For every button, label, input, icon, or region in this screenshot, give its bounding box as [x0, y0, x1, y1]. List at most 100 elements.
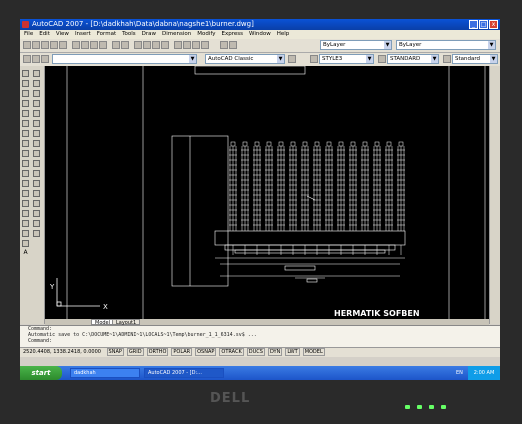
polyline-icon[interactable]	[22, 90, 29, 97]
redo-icon[interactable]	[121, 41, 129, 49]
workspace-combo[interactable]: AutoCAD Classic ▼	[205, 54, 285, 64]
dim-style-icon[interactable]	[378, 55, 386, 63]
open-file-icon[interactable]	[32, 41, 40, 49]
ellipse-arc-icon[interactable]	[22, 170, 29, 177]
maximize-button[interactable]: □	[479, 20, 488, 29]
design-center-icon[interactable]	[183, 41, 191, 49]
menu-format[interactable]: Format	[97, 31, 116, 37]
drawing-area[interactable]: Y X HERMATIK SOFBEN	[45, 66, 489, 319]
layer-state-icon[interactable]	[229, 41, 237, 49]
menu-tools[interactable]: Tools	[122, 31, 136, 37]
menu-window[interactable]: Window	[249, 31, 271, 37]
dim-style-combo[interactable]: STANDARD ▼	[387, 54, 439, 64]
cut-icon[interactable]	[72, 41, 80, 49]
undo-icon[interactable]	[112, 41, 120, 49]
copy-object-icon[interactable]	[33, 80, 40, 87]
snap-toggle[interactable]: SNAP	[106, 348, 124, 356]
scale-icon[interactable]	[33, 140, 40, 147]
rotate-icon[interactable]	[33, 130, 40, 137]
ellipse-icon[interactable]	[22, 160, 29, 167]
polar-toggle[interactable]: POLAR	[171, 348, 193, 356]
chamfer-icon[interactable]	[33, 210, 40, 217]
offset-icon[interactable]	[33, 100, 40, 107]
plot-preview-icon[interactable]	[59, 41, 67, 49]
workspace-settings-icon[interactable]	[288, 55, 296, 63]
paste-icon[interactable]	[90, 41, 98, 49]
table-style-combo[interactable]: Standard ▼	[452, 54, 498, 64]
make-block-icon[interactable]	[22, 190, 29, 197]
properties-icon[interactable]	[174, 41, 182, 49]
multiline-text-icon[interactable]: A	[22, 250, 29, 257]
layer-freeze-icon[interactable]	[32, 55, 40, 63]
polygon-icon[interactable]	[22, 100, 29, 107]
otrack-toggle[interactable]: OTRACK	[219, 348, 244, 356]
layer-on-icon[interactable]	[23, 55, 31, 63]
zoom-window-icon[interactable]	[152, 41, 160, 49]
save-icon[interactable]	[41, 41, 49, 49]
layer-properties-icon[interactable]	[220, 41, 228, 49]
menu-file[interactable]: File	[24, 31, 33, 37]
tool-palettes-icon[interactable]	[192, 41, 200, 49]
break-at-point-icon[interactable]	[33, 180, 40, 187]
text-style-icon[interactable]	[310, 55, 318, 63]
minimize-button[interactable]: _	[469, 20, 478, 29]
insert-block-icon[interactable]	[22, 180, 29, 187]
match-properties-icon[interactable]	[99, 41, 107, 49]
print-icon[interactable]	[50, 41, 58, 49]
stretch-icon[interactable]	[33, 150, 40, 157]
rectangle-icon[interactable]	[22, 110, 29, 117]
mirror-icon[interactable]	[33, 90, 40, 97]
linetype-combo[interactable]: ByLayer ▼	[396, 40, 496, 50]
revision-cloud-icon[interactable]	[22, 140, 29, 147]
model-toggle[interactable]: MODEL	[302, 348, 325, 356]
right-scrollbar[interactable]	[489, 66, 500, 324]
grid-toggle[interactable]: GRID	[126, 348, 144, 356]
arc-icon[interactable]	[22, 120, 29, 127]
zoom-previous-icon[interactable]	[161, 41, 169, 49]
taskbar-item-autocad[interactable]: AutoCAD 2007 - [D:...	[144, 368, 224, 378]
ortho-toggle[interactable]: ORTHO	[146, 348, 169, 356]
menu-express[interactable]: Express	[222, 31, 243, 37]
menu-dimension[interactable]: Dimension	[162, 31, 191, 37]
menu-insert[interactable]: Insert	[75, 31, 91, 37]
array-icon[interactable]	[33, 110, 40, 117]
osnap-toggle[interactable]: OSNAP	[195, 348, 217, 356]
table-icon[interactable]	[22, 240, 29, 247]
command-line-3[interactable]: Command:	[20, 338, 500, 344]
menu-help[interactable]: Help	[277, 31, 290, 37]
menu-view[interactable]: View	[56, 31, 69, 37]
explode-icon[interactable]	[33, 230, 40, 237]
line-icon[interactable]	[22, 70, 29, 77]
spline-icon[interactable]	[22, 150, 29, 157]
start-button[interactable]: start	[20, 366, 62, 380]
copy-icon[interactable]	[81, 41, 89, 49]
region-icon[interactable]	[22, 230, 29, 237]
color-combo[interactable]: ByLayer ▼	[320, 40, 392, 50]
menu-modify[interactable]: Modify	[197, 31, 215, 37]
pan-icon[interactable]	[134, 41, 142, 49]
table-style-icon[interactable]	[443, 55, 451, 63]
join-icon[interactable]	[33, 200, 40, 207]
language-indicator[interactable]: EN	[456, 366, 464, 380]
help-icon[interactable]	[201, 41, 209, 49]
fillet-icon[interactable]	[33, 220, 40, 227]
lwt-toggle[interactable]: LWT	[285, 348, 300, 356]
taskbar-item-folder[interactable]: dadkhah	[70, 368, 140, 378]
gradient-icon[interactable]	[22, 220, 29, 227]
close-button[interactable]: x	[489, 20, 498, 29]
text-style-combo[interactable]: STYLE3 ▼	[319, 54, 374, 64]
zoom-realtime-icon[interactable]	[143, 41, 151, 49]
menu-edit[interactable]: Edit	[39, 31, 50, 37]
new-file-icon[interactable]	[23, 41, 31, 49]
layer-lock-icon[interactable]	[41, 55, 49, 63]
hatch-icon[interactable]	[22, 210, 29, 217]
dyn-toggle[interactable]: DYN	[267, 348, 283, 356]
point-icon[interactable]	[22, 200, 29, 207]
circle-icon[interactable]	[22, 130, 29, 137]
break-icon[interactable]	[33, 190, 40, 197]
command-window[interactable]: Command: Automatic save to C:\DOCUME~1\A…	[20, 325, 500, 348]
trim-icon[interactable]	[33, 160, 40, 167]
move-icon[interactable]	[33, 120, 40, 127]
construction-line-icon[interactable]	[22, 80, 29, 87]
extend-icon[interactable]	[33, 170, 40, 177]
